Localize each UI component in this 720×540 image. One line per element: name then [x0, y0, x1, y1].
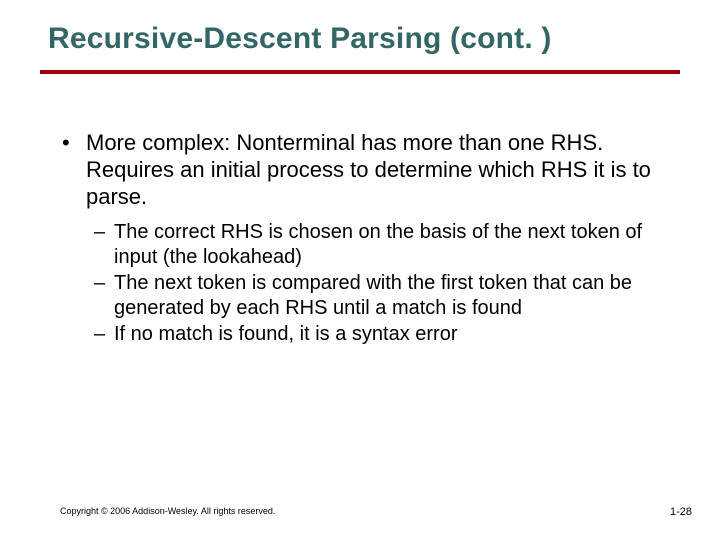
page-number: 1-28: [670, 506, 692, 518]
sub-mark: –: [94, 322, 114, 346]
bullet-mark: •: [62, 130, 86, 157]
sub-text: The correct RHS is chosen on the basis o…: [114, 220, 660, 269]
copyright-text: Copyright © 2006 Addison-Wesley. All rig…: [60, 506, 275, 516]
slide-title: Recursive-Descent Parsing (cont. ): [48, 22, 552, 56]
sub-mark: –: [94, 271, 114, 295]
slide-body: • More complex: Nonterminal has more tha…: [62, 130, 660, 348]
title-rule: [40, 70, 680, 74]
bullet-text: More complex: Nonterminal has more than …: [86, 130, 660, 210]
sub-item: – If no match is found, it is a syntax e…: [94, 322, 660, 346]
sub-item: – The correct RHS is chosen on the basis…: [94, 220, 660, 269]
sub-item: – The next token is compared with the fi…: [94, 271, 660, 320]
slide: Recursive-Descent Parsing (cont. ) • Mor…: [0, 0, 720, 540]
sub-text: If no match is found, it is a syntax err…: [114, 322, 660, 346]
sub-list: – The correct RHS is chosen on the basis…: [94, 220, 660, 346]
sub-mark: –: [94, 220, 114, 244]
sub-text: The next token is compared with the firs…: [114, 271, 660, 320]
bullet-item: • More complex: Nonterminal has more tha…: [62, 130, 660, 210]
